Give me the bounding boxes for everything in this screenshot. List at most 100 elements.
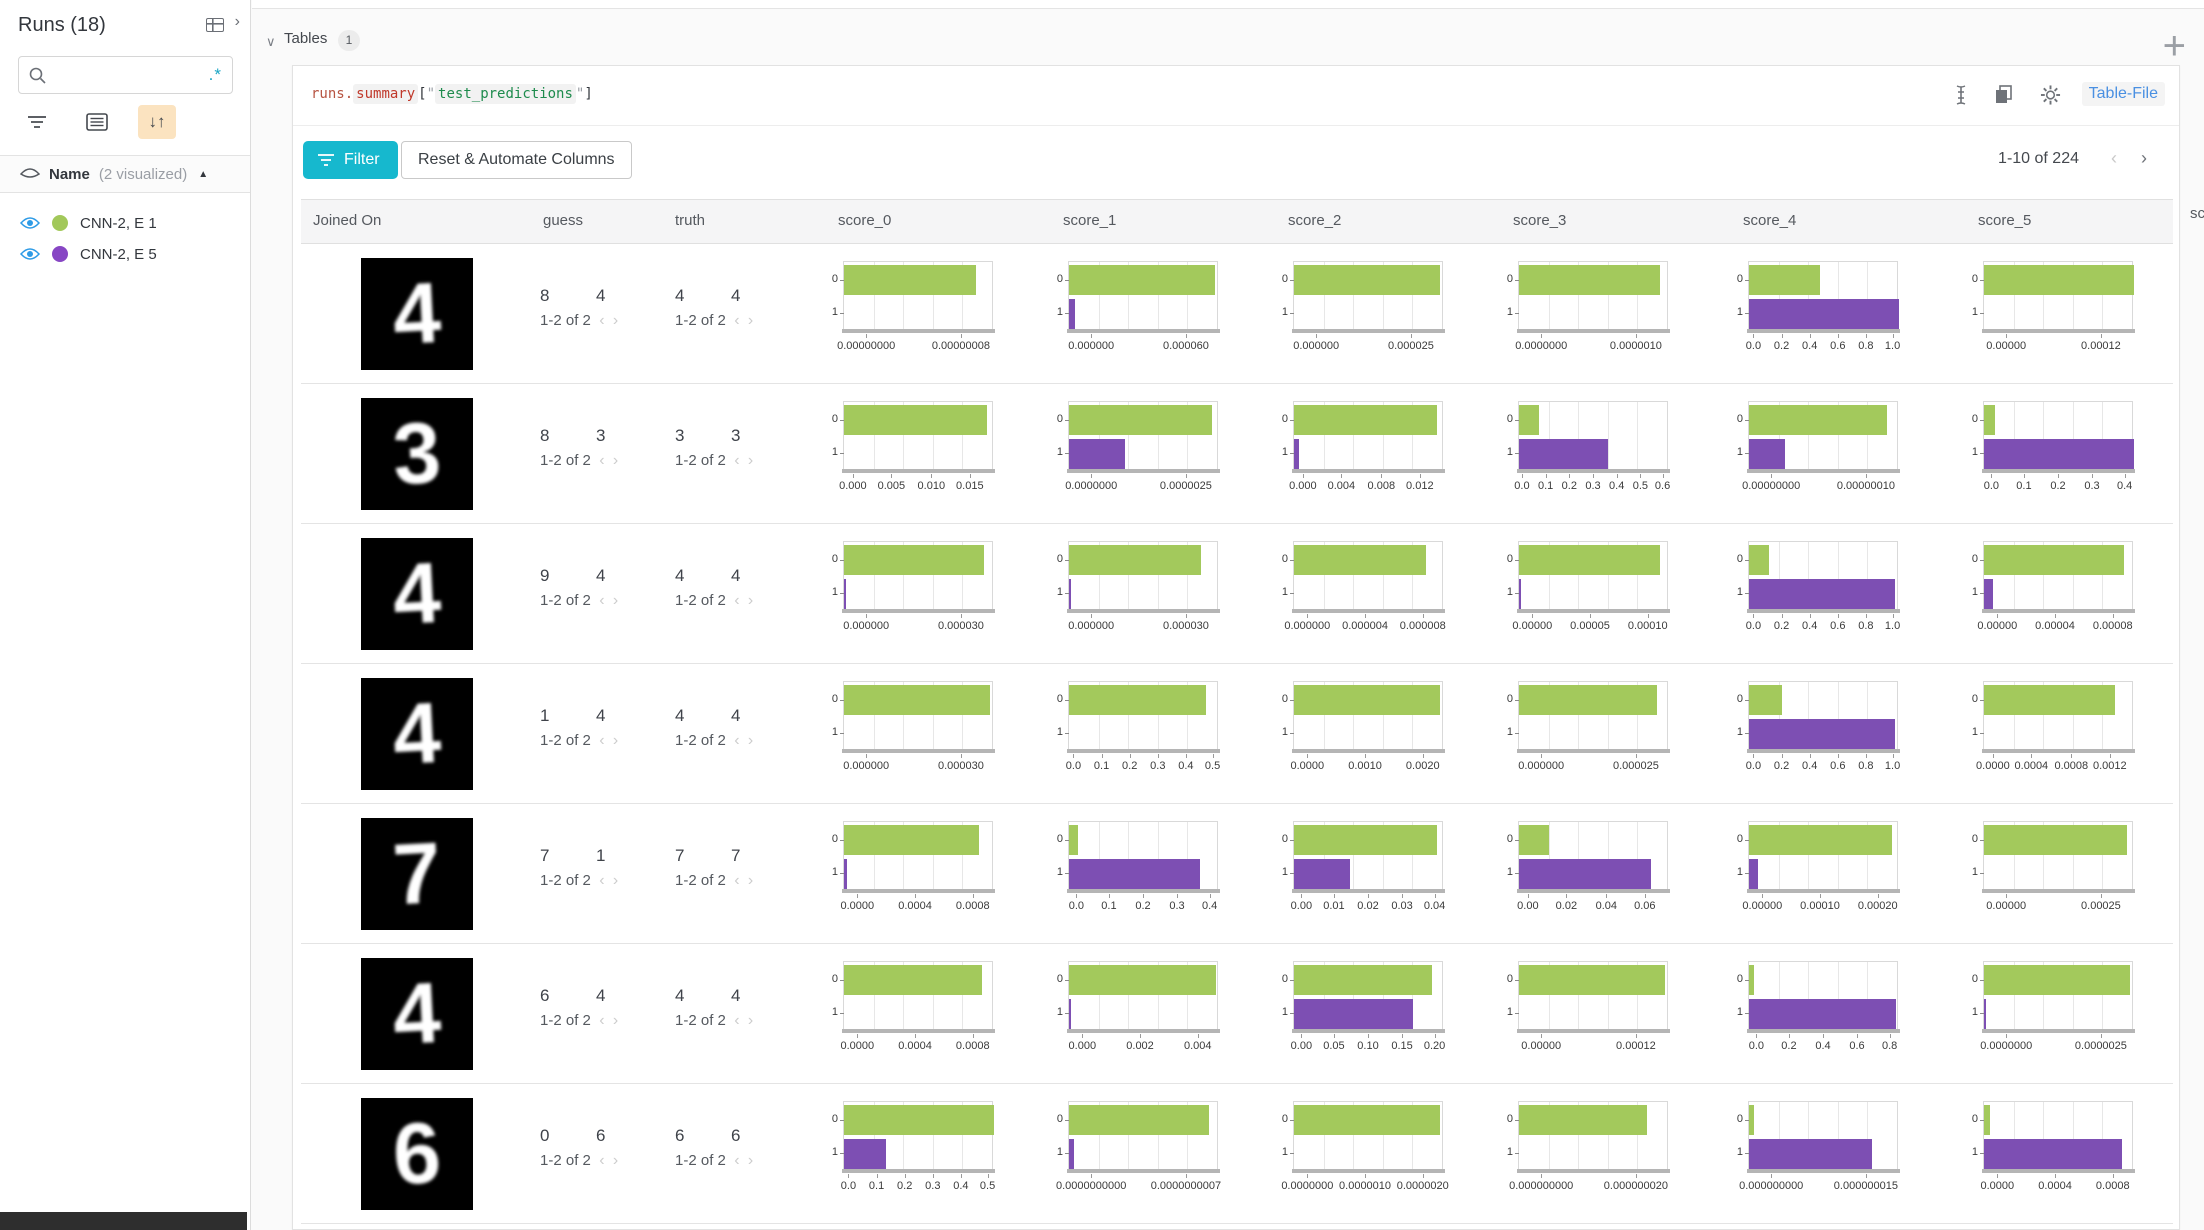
- score-histogram-chart[interactable]: 010.000000.000040.00008: [1983, 541, 2133, 611]
- cell-next-icon[interactable]: ›: [613, 872, 618, 889]
- score-histogram-chart[interactable]: 010.0000000.000025: [1518, 681, 1668, 751]
- run-list-item[interactable]: CNN-2, E 5: [0, 239, 251, 269]
- cell-next-icon[interactable]: ›: [613, 1012, 618, 1029]
- filter-runs-icon[interactable]: [18, 105, 56, 139]
- cell-prev-icon[interactable]: ‹: [734, 1152, 739, 1169]
- cell-next-icon[interactable]: ›: [613, 1152, 618, 1169]
- cell-prev-icon[interactable]: ‹: [599, 592, 604, 609]
- score-histogram-chart[interactable]: 010.00.10.20.30.40.50.6: [1518, 401, 1668, 471]
- score-histogram-chart[interactable]: 010.0000.0040.0080.012: [1293, 401, 1443, 471]
- score-histogram-chart[interactable]: 010.0000000.000025: [1293, 261, 1443, 331]
- mnist-digit-image[interactable]: 4: [361, 678, 473, 790]
- sort-runs-icon[interactable]: ↓↑: [138, 105, 176, 139]
- score-histogram-chart[interactable]: 010.0000.0020.004: [1068, 961, 1218, 1031]
- score-histogram-chart[interactable]: 010.000000.00012: [1518, 961, 1668, 1031]
- score-histogram-chart[interactable]: 010.00000.00040.00080.0012: [1983, 681, 2133, 751]
- score-histogram-chart[interactable]: 010.000000000.00000008: [843, 261, 993, 331]
- table-file-link[interactable]: Table-File: [2082, 82, 2165, 106]
- mnist-digit-image[interactable]: 7: [361, 818, 473, 930]
- run-name-label[interactable]: CNN-2, E 5: [80, 246, 157, 263]
- text-cursor-icon[interactable]: [1954, 84, 1968, 106]
- run-search-input[interactable]: .*: [18, 56, 233, 94]
- score-histogram-chart[interactable]: 010.00.10.20.30.40.5: [843, 1101, 993, 1171]
- score-histogram-chart[interactable]: 010.000.010.020.030.04: [1293, 821, 1443, 891]
- cell-prev-icon[interactable]: ‹: [599, 732, 604, 749]
- eye-visible-icon[interactable]: [20, 247, 40, 261]
- cell-prev-icon[interactable]: ‹: [734, 592, 739, 609]
- score-histogram-chart[interactable]: 010.0000000000.000000020: [1518, 1101, 1668, 1171]
- score-histogram-chart[interactable]: 010.00.20.40.60.8: [1748, 961, 1898, 1031]
- score-histogram-chart[interactable]: 010.000000.000100.00020: [1748, 821, 1898, 891]
- score-histogram-chart[interactable]: 010.00000000000.0000000007: [1068, 1101, 1218, 1171]
- column-header-score-1[interactable]: score_1: [1063, 212, 1116, 229]
- column-header-guess[interactable]: guess: [543, 212, 583, 229]
- score-histogram-chart[interactable]: 010.000000.00012: [1983, 261, 2133, 331]
- score-histogram-chart[interactable]: 010.00000000.0000010: [1518, 261, 1668, 331]
- cell-next-icon[interactable]: ›: [748, 312, 753, 329]
- cell-prev-icon[interactable]: ‹: [734, 732, 739, 749]
- cell-prev-icon[interactable]: ‹: [599, 872, 604, 889]
- cell-next-icon[interactable]: ›: [748, 1152, 753, 1169]
- next-page-icon[interactable]: ›: [2141, 148, 2147, 169]
- score-histogram-chart[interactable]: 010.00000.00040.0008: [843, 821, 993, 891]
- score-histogram-chart[interactable]: 010.0000000.000030: [843, 681, 993, 751]
- mnist-digit-image[interactable]: 6: [361, 1098, 473, 1210]
- score-histogram-chart[interactable]: 010.00000.00100.0020: [1293, 681, 1443, 751]
- cell-prev-icon[interactable]: ‹: [734, 872, 739, 889]
- score-histogram-chart[interactable]: 010.0000000.000030: [843, 541, 993, 611]
- reset-automate-columns-button[interactable]: Reset & Automate Columns: [401, 141, 632, 179]
- score-histogram-chart[interactable]: 010.00000000.0000025: [1983, 961, 2133, 1031]
- expand-sidebar-icon[interactable]: ›: [235, 13, 240, 31]
- eye-visible-icon[interactable]: [20, 216, 40, 230]
- score-histogram-chart[interactable]: 010.00.10.20.30.4: [1983, 401, 2133, 471]
- score-histogram-chart[interactable]: 010.0000000.000030: [1068, 541, 1218, 611]
- column-header-score-5[interactable]: score_5: [1978, 212, 2031, 229]
- score-histogram-chart[interactable]: 010.00000000.00000100.0000020: [1293, 1101, 1443, 1171]
- cell-prev-icon[interactable]: ‹: [599, 312, 604, 329]
- column-header-score-2[interactable]: score_2: [1288, 212, 1341, 229]
- cell-next-icon[interactable]: ›: [748, 732, 753, 749]
- mnist-digit-image[interactable]: 4: [361, 958, 473, 1070]
- column-header-joined-on[interactable]: Joined On: [313, 212, 381, 229]
- score-histogram-chart[interactable]: 010.00.20.40.60.81.0: [1748, 541, 1898, 611]
- copy-icon[interactable]: [1994, 84, 2014, 106]
- prev-page-icon[interactable]: ‹: [2111, 148, 2117, 169]
- cell-prev-icon[interactable]: ‹: [734, 312, 739, 329]
- score-histogram-chart[interactable]: 010.000000000.00000010: [1748, 401, 1898, 471]
- run-list-header[interactable]: Name (2 visualized) ▲: [0, 156, 250, 193]
- score-histogram-chart[interactable]: 010.00.20.40.60.81.0: [1748, 681, 1898, 751]
- regex-toggle[interactable]: .*: [209, 65, 222, 85]
- mnist-digit-image[interactable]: 3: [361, 398, 473, 510]
- cell-next-icon[interactable]: ›: [748, 452, 753, 469]
- cell-prev-icon[interactable]: ‹: [599, 1012, 604, 1029]
- score-histogram-chart[interactable]: 010.00000.00040.0008: [1983, 1101, 2133, 1171]
- score-histogram-chart[interactable]: 010.0000000000.000000015: [1748, 1101, 1898, 1171]
- score-histogram-chart[interactable]: 010.00000.00040.0008: [843, 961, 993, 1031]
- mnist-digit-image[interactable]: 4: [361, 258, 473, 370]
- score-histogram-chart[interactable]: 010.0000.0050.0100.015: [843, 401, 993, 471]
- cell-next-icon[interactable]: ›: [748, 872, 753, 889]
- cell-prev-icon[interactable]: ‹: [599, 1152, 604, 1169]
- run-name-label[interactable]: CNN-2, E 1: [80, 215, 157, 232]
- score-histogram-chart[interactable]: 010.000000.000050.00010: [1518, 541, 1668, 611]
- score-histogram-chart[interactable]: 010.00000000.0000025: [1068, 401, 1218, 471]
- column-header-truth[interactable]: truth: [675, 212, 705, 229]
- mnist-digit-image[interactable]: 4: [361, 538, 473, 650]
- filter-button[interactable]: Filter: [303, 141, 398, 179]
- score-histogram-chart[interactable]: 010.00.20.40.60.81.0: [1748, 261, 1898, 331]
- cell-next-icon[interactable]: ›: [613, 452, 618, 469]
- run-list-item[interactable]: CNN-2, E 1: [0, 208, 251, 238]
- column-header-score-4[interactable]: score_4: [1743, 212, 1796, 229]
- score-histogram-chart[interactable]: 010.0000000.000060: [1068, 261, 1218, 331]
- cell-next-icon[interactable]: ›: [613, 732, 618, 749]
- cell-prev-icon[interactable]: ‹: [734, 452, 739, 469]
- panel-query[interactable]: runs.summary["test_predictions"]: [311, 86, 593, 102]
- score-histogram-chart[interactable]: 010.00.10.20.30.4: [1068, 821, 1218, 891]
- cell-prev-icon[interactable]: ‹: [599, 452, 604, 469]
- table-view-icon[interactable]: [206, 18, 224, 32]
- gear-icon[interactable]: [2040, 84, 2061, 106]
- score-histogram-chart[interactable]: 010.0000000.0000040.000008: [1293, 541, 1443, 611]
- column-header-score-3[interactable]: score_3: [1513, 212, 1566, 229]
- cell-prev-icon[interactable]: ‹: [734, 1012, 739, 1029]
- score-histogram-chart[interactable]: 010.000.050.100.150.20: [1293, 961, 1443, 1031]
